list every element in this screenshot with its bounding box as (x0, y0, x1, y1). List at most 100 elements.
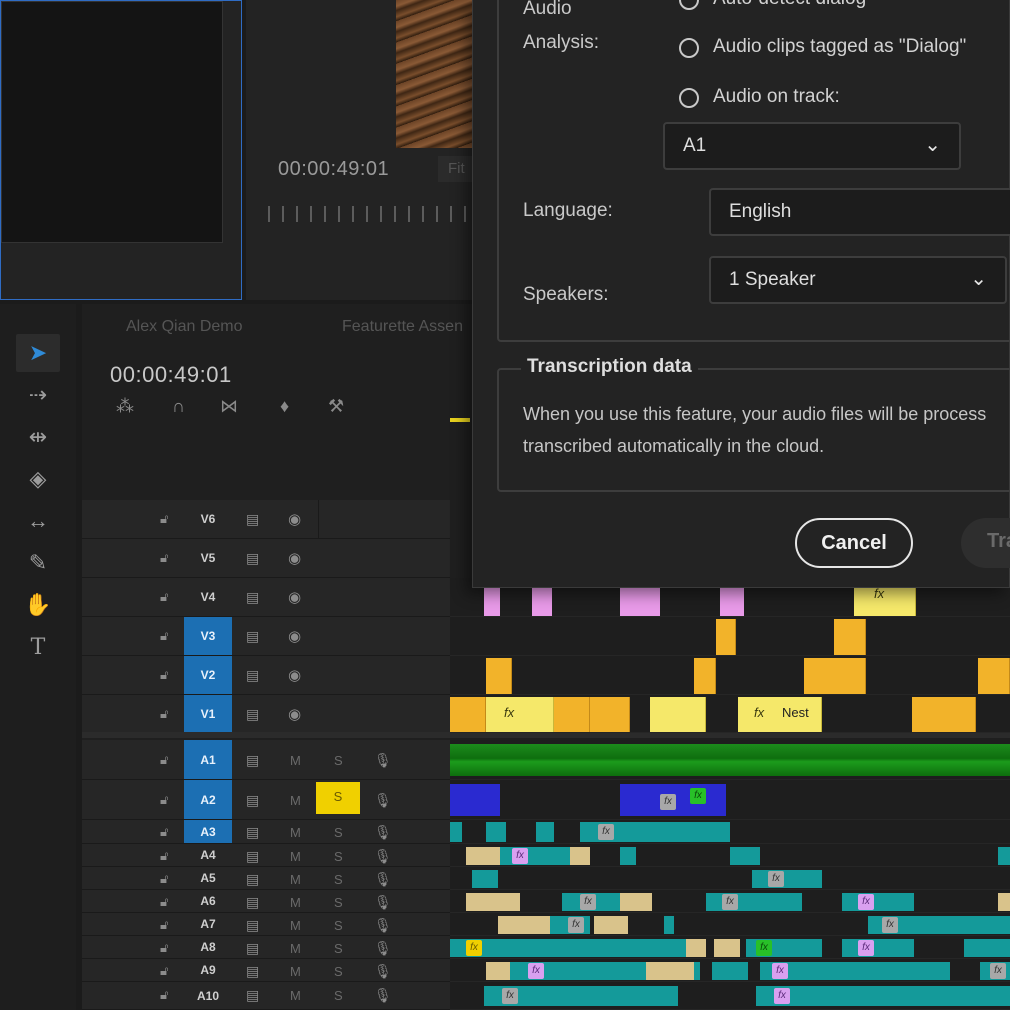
sync-lock-icon[interactable]: ▤ (246, 752, 259, 769)
radio-audio-on-track[interactable] (679, 88, 699, 108)
track-name[interactable]: A6 (184, 890, 232, 912)
lock-icon[interactable]: 🔓︎ (160, 628, 168, 644)
track-header-v3[interactable]: 🔓︎ V3 ▤ ◉ (82, 617, 450, 656)
track-header-v5[interactable]: 🔓︎ V5 ▤ ◉ (82, 539, 450, 578)
mute-button[interactable]: M (290, 793, 301, 808)
audio-clip[interactable] (760, 962, 950, 980)
track-select-tool-icon[interactable]: ⇢ (16, 376, 60, 414)
track-name[interactable]: A10 (184, 982, 232, 1009)
audio-clip[interactable] (620, 847, 636, 865)
track-name[interactable]: A9 (184, 959, 232, 981)
mute-button[interactable]: M (290, 753, 301, 768)
snap-magnet-icon[interactable]: ∩ (172, 396, 185, 417)
audio-clip[interactable] (472, 870, 498, 888)
track-header-a6[interactable]: 🔓︎ A6 ▤ M S 🎙︎ (82, 890, 450, 913)
video-clip[interactable] (716, 619, 736, 655)
lock-icon[interactable]: 🔓︎ (160, 987, 168, 1003)
mute-button[interactable]: M (290, 825, 301, 840)
sync-lock-icon[interactable]: ▤ (246, 706, 259, 723)
track-name[interactable]: A4 (184, 844, 232, 866)
video-clip[interactable] (650, 697, 706, 732)
audio-clip[interactable] (712, 962, 748, 980)
track-lane-v3[interactable] (450, 617, 1010, 656)
hand-tool-icon[interactable]: ✋ (16, 586, 60, 624)
track-name[interactable]: A7 (184, 913, 232, 935)
track-header-a2[interactable]: 🔓︎ A2 ▤ M S 🎙︎ (82, 780, 450, 820)
fx-badge[interactable]: fx (660, 794, 676, 810)
sync-lock-icon[interactable]: ▤ (246, 628, 259, 645)
track-lane-v2[interactable] (450, 656, 1010, 695)
sync-lock-icon[interactable]: ▤ (246, 824, 259, 841)
audio-clip[interactable] (730, 847, 760, 865)
pen-tool-icon[interactable]: ✎ (16, 544, 60, 582)
track-lane-a8[interactable]: fx fx fx (450, 936, 1010, 959)
audio-clip[interactable] (646, 962, 694, 980)
track-lane-v1[interactable]: fx fx Nest (450, 695, 1010, 733)
microphone-icon[interactable]: 🎙︎ (374, 987, 392, 1004)
eye-icon[interactable]: ◉ (288, 666, 301, 684)
mute-button[interactable]: M (290, 918, 301, 933)
audio-clip[interactable] (536, 822, 554, 842)
sync-lock-icon[interactable]: ▤ (246, 987, 259, 1004)
solo-button[interactable]: S (334, 825, 343, 840)
video-clip[interactable]: fx (854, 586, 916, 616)
track-name[interactable]: A2 (184, 780, 232, 819)
audio-clip[interactable] (466, 893, 520, 911)
playhead-marker[interactable] (450, 418, 470, 422)
track-header-a5[interactable]: 🔓︎ A5 ▤ M S 🎙︎ (82, 867, 450, 890)
track-name[interactable]: V6 (184, 500, 232, 538)
lock-icon[interactable]: 🔓︎ (160, 511, 168, 527)
fx-badge[interactable]: fx (858, 894, 874, 910)
audio-clip[interactable] (466, 847, 500, 865)
video-clip[interactable] (912, 697, 976, 732)
fx-badge[interactable]: fx (512, 848, 528, 864)
track-header-a7[interactable]: 🔓︎ A7 ▤ M S 🎙︎ (82, 913, 450, 936)
audio-clip[interactable] (450, 784, 500, 816)
program-monitor-panel[interactable]: 00:00:49:01 Fit (246, 0, 478, 300)
track-lane-a2[interactable]: fx fx (450, 780, 1010, 820)
microphone-icon[interactable]: 🎙︎ (374, 963, 392, 980)
sync-lock-icon[interactable]: ▤ (246, 511, 259, 528)
fx-badge[interactable]: fx (598, 824, 614, 840)
audio-clip[interactable] (964, 939, 1010, 957)
track-header-v4[interactable]: 🔓︎ V4 ▤ ◉ (82, 578, 450, 617)
sync-lock-icon[interactable]: ▤ (246, 917, 259, 934)
track-name[interactable]: A8 (184, 936, 232, 958)
razor-tool-icon[interactable]: ◈ (16, 460, 60, 498)
lock-icon[interactable]: 🔓︎ (160, 894, 168, 910)
fx-badge[interactable]: fx (774, 988, 790, 1004)
video-clip[interactable] (834, 619, 866, 655)
video-clip[interactable] (620, 588, 660, 616)
fx-badge[interactable]: fx (568, 917, 584, 933)
solo-button[interactable]: S (334, 849, 343, 864)
video-clip[interactable] (450, 697, 486, 732)
lock-icon[interactable]: 🔓︎ (160, 917, 168, 933)
audio-clip[interactable] (842, 939, 914, 957)
source-monitor-panel[interactable] (0, 0, 242, 300)
track-lane-a4[interactable]: fx (450, 844, 1010, 867)
sequence-tab[interactable]: Alex Qian Demo (126, 318, 243, 336)
wrench-settings-icon[interactable]: ⚒ (328, 396, 344, 417)
sync-lock-icon[interactable]: ▤ (246, 792, 259, 809)
video-clip[interactable] (532, 588, 552, 616)
radio-label[interactable]: Audio clips tagged as "Dialog" (713, 36, 966, 58)
transcribe-dialog[interactable]: Audio Analysis: Auto-detect dialog Audio… (472, 0, 1010, 588)
slip-tool-icon[interactable]: ↔ (16, 502, 60, 540)
track-lane-a3[interactable]: fx (450, 820, 1010, 844)
sync-lock-icon[interactable]: ▤ (246, 667, 259, 684)
microphone-icon[interactable]: 🎙︎ (374, 752, 392, 769)
video-clip[interactable] (694, 658, 716, 694)
track-name[interactable]: A5 (184, 867, 232, 889)
cancel-button[interactable]: Cancel (795, 518, 913, 568)
audio-clip[interactable] (450, 744, 1010, 776)
lock-icon[interactable]: 🔓︎ (160, 706, 168, 722)
track-lane-a10[interactable]: fx fx (450, 982, 1010, 1010)
fx-badge[interactable]: fx (882, 917, 898, 933)
fx-badge[interactable]: fx (772, 963, 788, 979)
track-lane-a6[interactable]: fx fx fx (450, 890, 1010, 913)
fx-badge[interactable]: fx (528, 963, 544, 979)
solo-button[interactable]: S (334, 895, 343, 910)
eye-icon[interactable]: ◉ (288, 588, 301, 606)
track-lane-a9[interactable]: fx fx fx (450, 959, 1010, 982)
program-time-ruler[interactable] (268, 206, 468, 222)
